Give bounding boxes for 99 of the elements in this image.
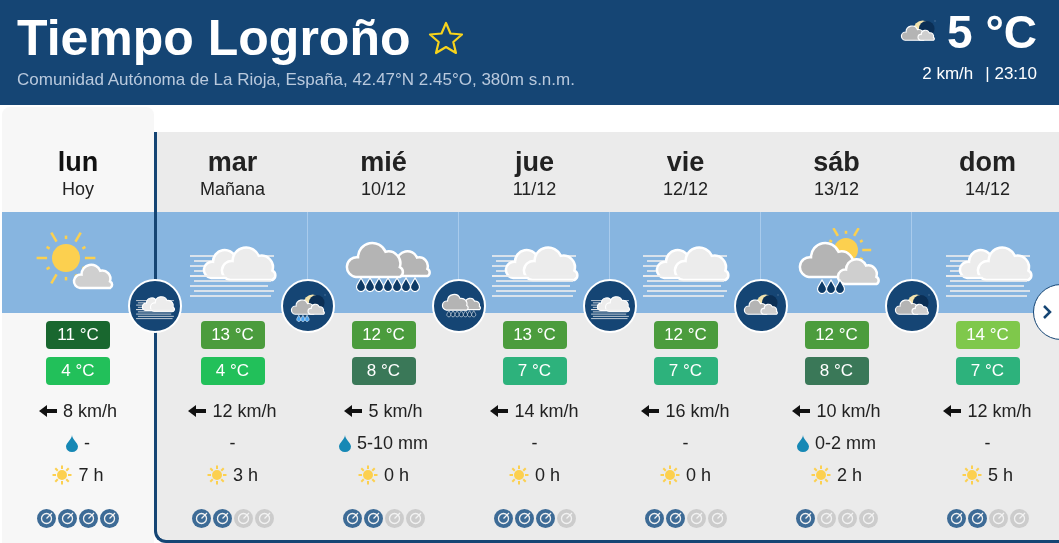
reliability-icon [644, 509, 664, 528]
precipitation: 5-10 mm [357, 432, 428, 454]
sunshine-hours: 0 h [686, 464, 711, 486]
reliability-icon [79, 509, 98, 528]
reliability-icon [535, 509, 555, 528]
reliability-icon [858, 509, 878, 528]
min-temperature: 7 °C [955, 357, 1020, 385]
precipitation: 0-2 mm [815, 432, 876, 454]
day-date: 13/12 [813, 179, 859, 200]
day-name: vie [666, 147, 705, 177]
reliability-icon [686, 509, 706, 528]
sunshine-hours: 0 h [383, 464, 409, 486]
wind-speed: 5 km/h [368, 400, 423, 422]
location-details: Comunidad Autónoma de La Rioja, España, 42.47°N 2.45°O, 380m s.n.m. [17, 70, 575, 90]
reliability-icon [795, 509, 815, 528]
min-temperature: 7 °C [502, 357, 567, 385]
max-temperature: 12 °C [804, 321, 869, 349]
sunshine-hours: 3 h [233, 464, 258, 486]
arrow-left-icon [943, 405, 962, 417]
day-name: mié [360, 147, 407, 177]
arrow-left-icon [490, 405, 509, 417]
reliability-icon [988, 509, 1008, 528]
reliability-icon [212, 509, 232, 528]
sunshine-hours: 5 h [988, 464, 1013, 486]
reliability-icon [816, 509, 836, 528]
day-date: 10/12 [360, 179, 406, 200]
reliability-icon [665, 509, 685, 528]
day-name: mar [207, 147, 258, 177]
sun-icon [52, 465, 73, 485]
precipitation: - [84, 432, 90, 454]
sun-icon [207, 465, 227, 485]
max-temperature: 13 °C [200, 321, 265, 349]
max-temperature: 12 °C [351, 321, 416, 349]
precipitation: - [531, 432, 538, 454]
max-temperature: 13 °C [502, 321, 567, 349]
max-temperature: 14 °C [955, 321, 1020, 349]
sun-icon [811, 465, 831, 485]
reliability-icon [342, 509, 362, 528]
reliability-icon [100, 509, 119, 528]
reliability-icon [254, 509, 274, 528]
reliability-icon [58, 509, 77, 528]
arrow-left-icon [188, 405, 207, 417]
day-name: dom [959, 147, 1016, 177]
wind-speed: 14 km/h [514, 400, 579, 422]
reliability-icon [363, 509, 383, 528]
precipitation: - [682, 432, 689, 454]
day-name: jue [515, 147, 554, 177]
arrow-left-icon [344, 405, 363, 417]
sun-icon [962, 465, 982, 485]
day-date: Hoy [62, 179, 94, 200]
reliability-icon [233, 509, 253, 528]
today-column[interactable]: lun Hoy 11 °C 4 °C 8 km/h - 7 h [2, 107, 154, 543]
precipitation: - [984, 432, 991, 454]
reliability-icon [493, 509, 513, 528]
wind-speed: 12 km/h [967, 400, 1032, 422]
reliability-icon [556, 509, 576, 528]
reliability-icon [837, 509, 857, 528]
sunshine-hours: 7 h [78, 464, 104, 486]
wind-speed: 16 km/h [665, 400, 730, 422]
arrow-left-icon [792, 405, 811, 417]
arrow-left-icon [641, 405, 660, 417]
wind-speed: 10 km/h [816, 400, 881, 422]
sun-icon [509, 465, 529, 485]
reliability-icon [37, 509, 56, 528]
chevron-icon [1042, 304, 1052, 320]
wind-speed: 8 km/h [63, 400, 117, 422]
reliability-icon [707, 509, 727, 528]
max-temperature: 12 °C [653, 321, 718, 349]
reliability-icon [384, 509, 404, 528]
wind-speed: 12 km/h [212, 400, 277, 422]
min-temperature: 8 °C [351, 357, 416, 385]
day-date: 12/12 [662, 179, 708, 200]
star-icon[interactable] [428, 21, 465, 55]
min-temperature: 4 °C [200, 357, 265, 385]
day-date: 14/12 [964, 179, 1010, 200]
reliability-icon [405, 509, 425, 528]
max-temperature: 11 °C [46, 321, 110, 349]
sun-icon [357, 465, 378, 485]
reliability-icon [946, 509, 966, 528]
sunshine-hours: 0 h [535, 464, 560, 486]
current-time: | 23:10 [985, 64, 1037, 84]
page-title: Tiempo Logroño [17, 9, 411, 68]
day-date: 11/12 [512, 179, 557, 200]
min-temperature: 8 °C [804, 357, 869, 385]
precipitation: - [229, 432, 236, 454]
reliability-icon [1009, 509, 1029, 528]
sun-icon [660, 465, 680, 485]
reliability-icon [967, 509, 987, 528]
reliability-icon [191, 509, 211, 528]
min-temperature: 7 °C [653, 357, 718, 385]
arrow-left-icon [39, 405, 57, 417]
min-temperature: 4 °C [46, 357, 110, 385]
sunshine-hours: 2 h [837, 464, 862, 486]
current-wind: 2 km/h [922, 64, 974, 84]
day-date: Mañana [199, 179, 266, 200]
current-temperature: 5 °C [947, 5, 1037, 60]
reliability-icon [514, 509, 534, 528]
day-name: sáb [813, 147, 860, 177]
day-name: lun [57, 147, 99, 177]
